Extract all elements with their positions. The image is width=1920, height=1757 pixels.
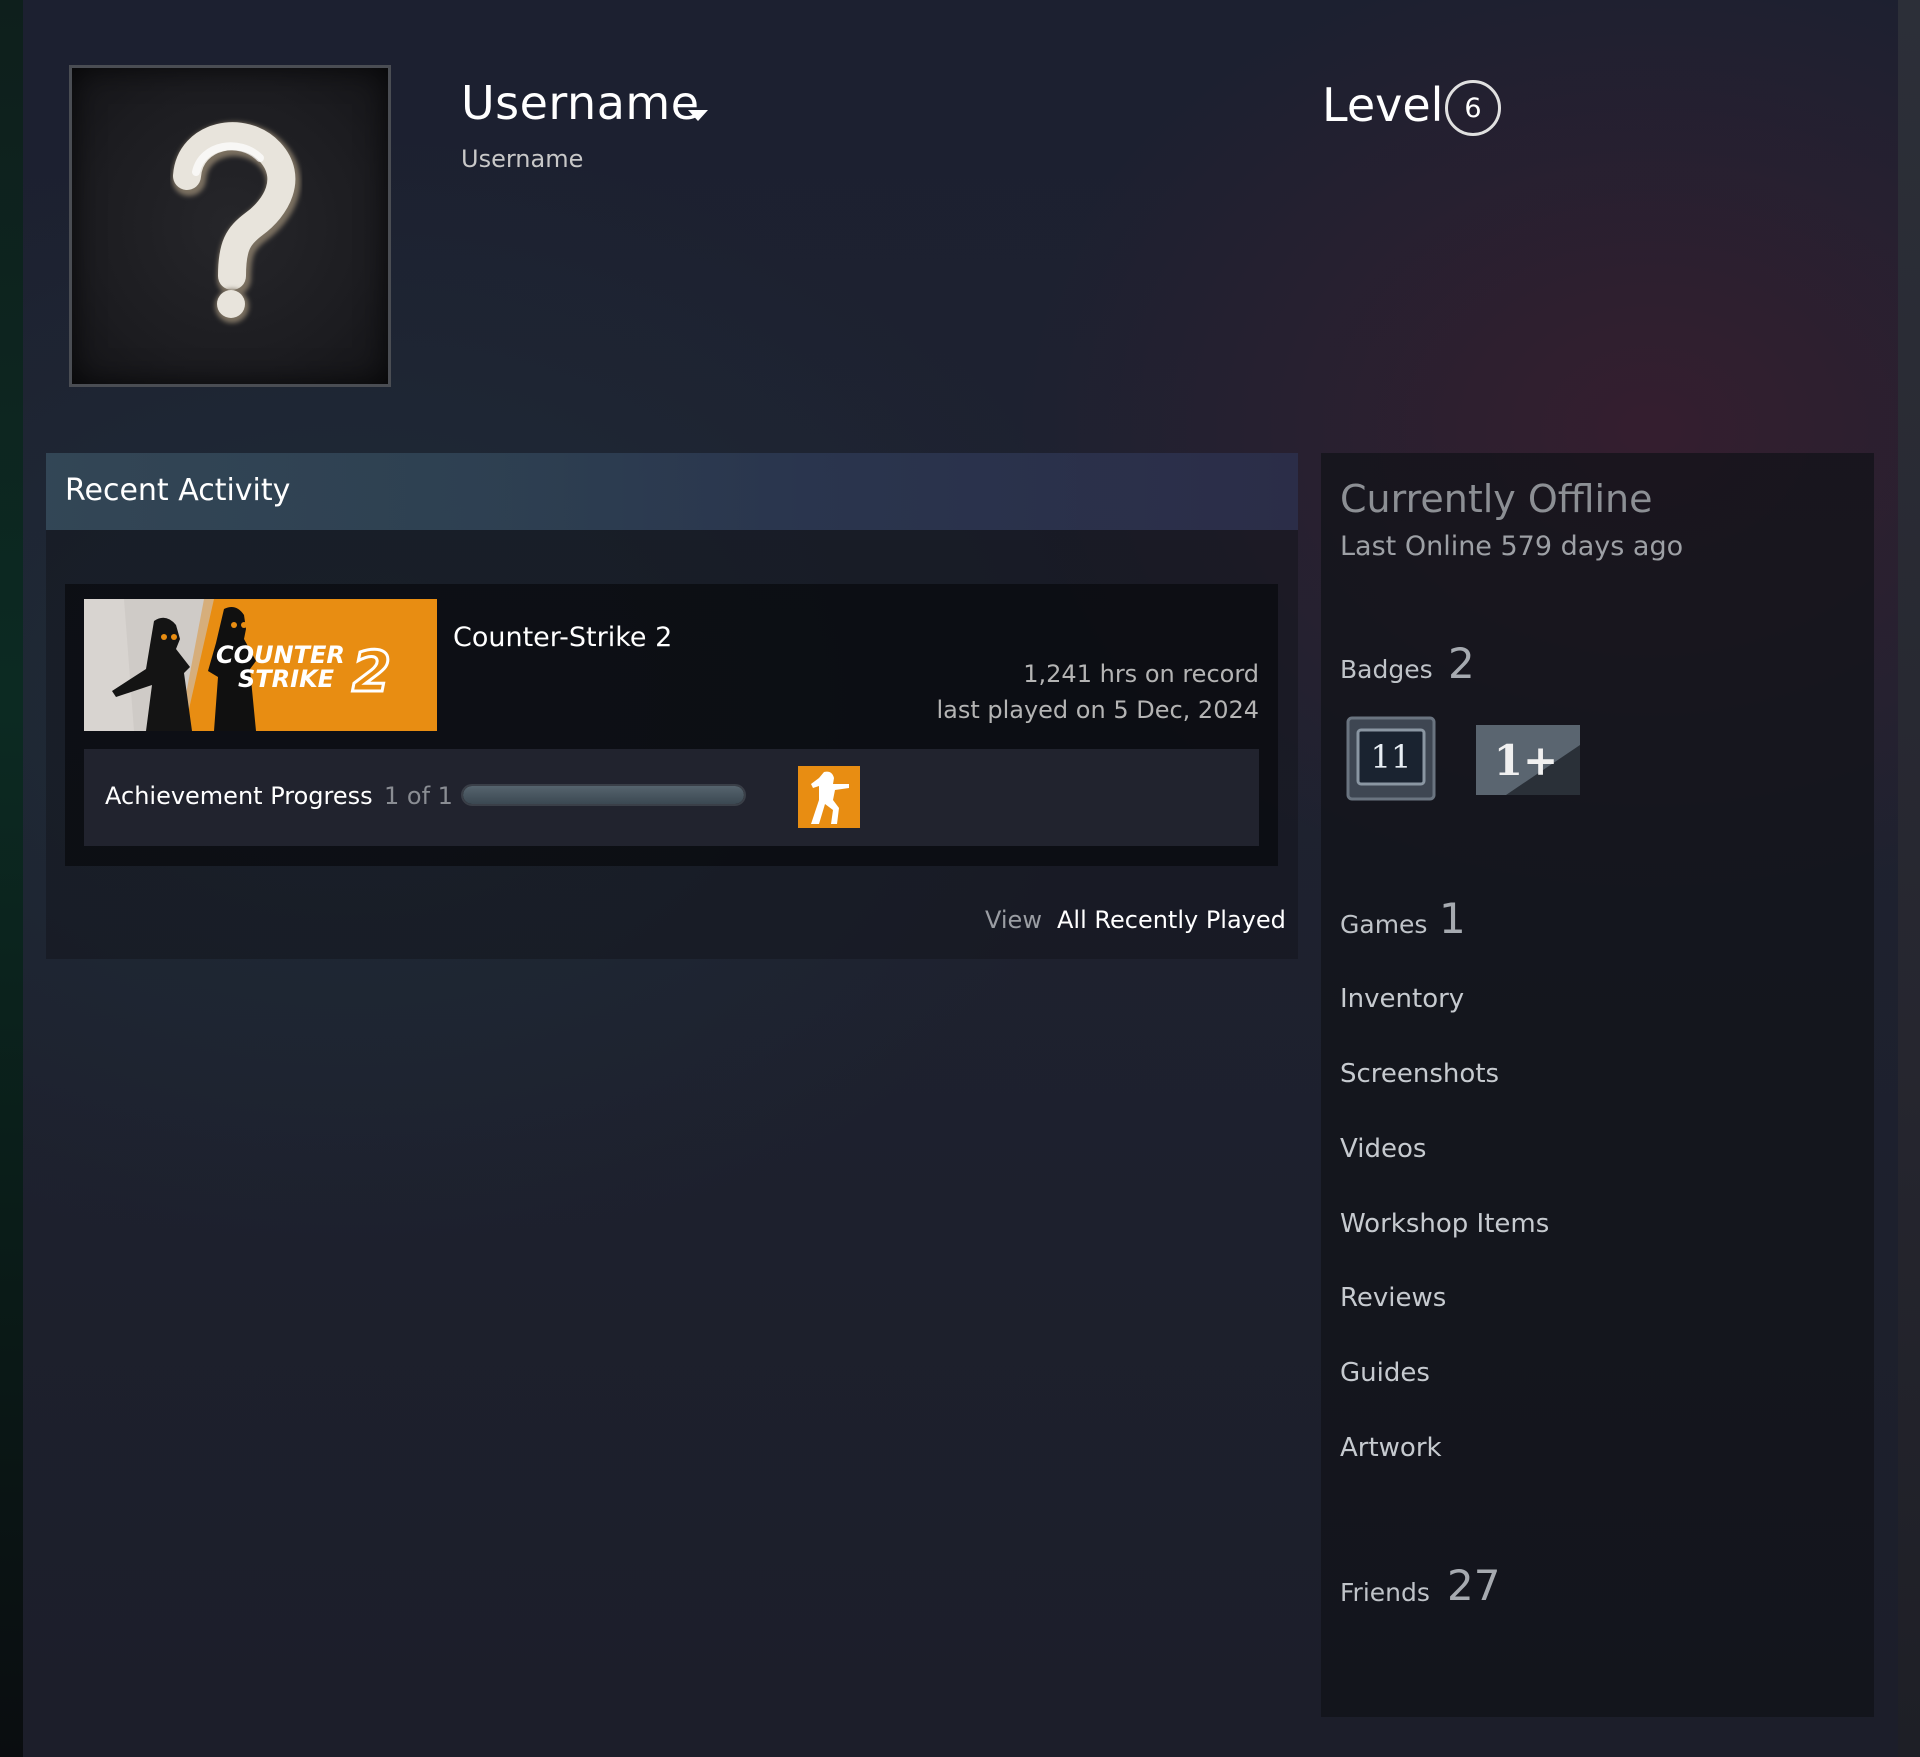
profile-sidebar: Currently Offline Last Online 579 days a…: [1321, 453, 1874, 1717]
friends-count[interactable]: 27: [1447, 1561, 1500, 1610]
recent-activity-title: Recent Activity: [65, 473, 291, 508]
achievement-progress-fill: [463, 786, 744, 804]
games-link[interactable]: Games: [1340, 910, 1427, 939]
real-name: Username: [461, 145, 584, 173]
friends-link[interactable]: Friends: [1340, 1578, 1430, 1607]
badges-link[interactable]: Badges: [1340, 655, 1433, 684]
guides-link[interactable]: Guides: [1340, 1358, 1430, 1388]
right-background-strip: [1898, 0, 1920, 1757]
online-status: Currently Offline: [1340, 477, 1653, 521]
workshop-items-link[interactable]: Workshop Items: [1340, 1209, 1549, 1239]
view-label: View: [985, 906, 1042, 934]
achievement-progress-label[interactable]: Achievement Progress: [105, 782, 373, 810]
recent-game-card: COUNTER STRIKE 2 Counter-Strike 2 1,241 …: [65, 584, 1278, 866]
achievement-icon-art: [798, 766, 860, 828]
badges-count[interactable]: 2: [1448, 639, 1475, 688]
level-label: Level: [1322, 78, 1444, 132]
game-name-link[interactable]: Counter-Strike 2: [453, 622, 672, 653]
reviews-link[interactable]: Reviews: [1340, 1283, 1446, 1313]
counter-strike-capsule-art: COUNTER STRIKE 2: [84, 599, 437, 731]
avatar[interactable]: [69, 65, 391, 387]
achievement-progress-bar: [461, 784, 746, 806]
games-count[interactable]: 1: [1439, 894, 1466, 943]
videos-link[interactable]: Videos: [1340, 1134, 1426, 1164]
badge-art-2: 1+: [1476, 725, 1580, 795]
level-badge[interactable]: 6: [1445, 80, 1501, 136]
achievement-progress-box[interactable]: Achievement Progress 1 of 1: [84, 749, 1259, 846]
years-of-service-badge-icon[interactable]: 11: [1346, 716, 1436, 801]
achievement-count: 1 of 1: [384, 782, 453, 810]
chevron-down-icon[interactable]: [688, 110, 708, 122]
inventory-link[interactable]: Inventory: [1340, 984, 1464, 1014]
left-background-strip: [0, 0, 23, 1757]
screenshots-link[interactable]: Screenshots: [1340, 1059, 1499, 1089]
persona-name[interactable]: Username: [461, 76, 700, 130]
hours-on-record: 1,241 hrs on record: [1023, 660, 1259, 688]
one-plus-badge-icon[interactable]: 1+: [1476, 725, 1580, 795]
game-capsule-image[interactable]: COUNTER STRIKE 2: [84, 599, 437, 731]
recent-activity-panel: Recent Activity COUNTER STRIKE 2 Counter…: [46, 453, 1298, 959]
profile-page: Username Username Level 6 Recent Activit…: [0, 0, 1920, 1757]
capsule-title-number: 2: [352, 640, 391, 705]
last-played-date: last played on 5 Dec, 2024: [936, 696, 1259, 724]
badge-1-text: 11: [1371, 738, 1412, 776]
question-mark-icon: [172, 122, 301, 323]
artwork-link[interactable]: Artwork: [1340, 1433, 1442, 1463]
capsule-title-line2: STRIKE: [238, 665, 335, 693]
all-recently-played-link[interactable]: All Recently Played: [1057, 906, 1286, 934]
recent-activity-header: Recent Activity: [46, 453, 1298, 530]
last-online: Last Online 579 days ago: [1340, 531, 1684, 562]
badge-art-1: 11: [1346, 716, 1436, 801]
badge-2-text: 1+: [1494, 736, 1558, 785]
counter-terrorist-icon[interactable]: [798, 766, 860, 828]
